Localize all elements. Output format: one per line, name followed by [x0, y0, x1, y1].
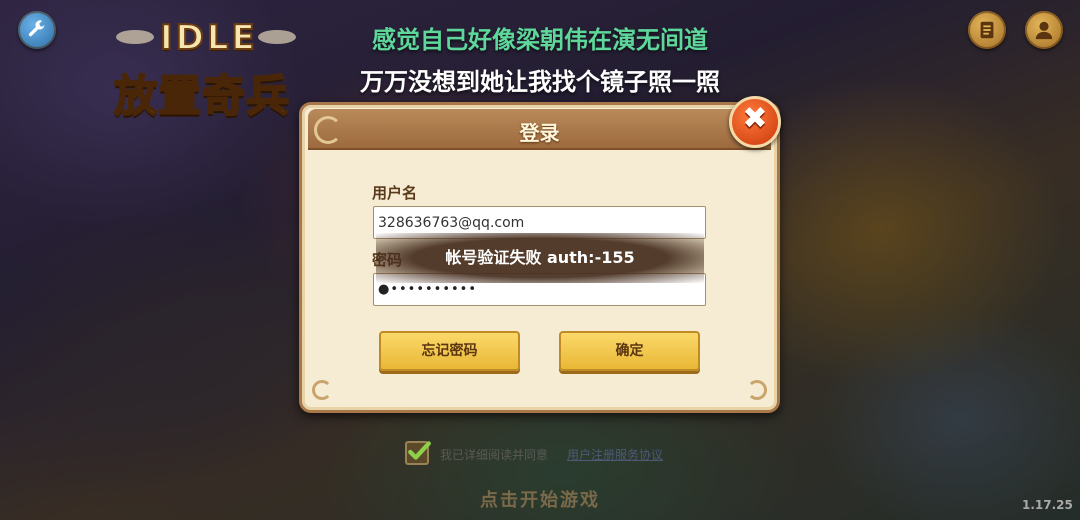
agreement-text: 我已详细阅读并同意 [440, 448, 549, 462]
start-game-prompt[interactable]: 点击开始游戏 [0, 486, 1080, 512]
forgot-password-button[interactable]: 忘记密码 [379, 331, 520, 371]
checkmark-icon [408, 441, 431, 460]
close-button[interactable]: ✖ [729, 96, 781, 148]
caption-line-2: 万万没想到她让我找个镜子照一照 [360, 68, 720, 96]
confirm-button[interactable]: 确定 [559, 331, 700, 371]
corner-ornament-right [747, 380, 767, 400]
username-label: 用户名 [372, 184, 418, 202]
dialog-header: 登录 [308, 109, 771, 150]
version-label: 1.17.25 [1022, 498, 1073, 512]
dialog-title: 登录 [519, 121, 560, 145]
error-toast: 帐号验证失败 auth:-155 [376, 233, 704, 283]
caption-line-1: 感觉自己好像梁朝伟在演无间道 [372, 26, 708, 54]
close-icon: ✖ [742, 101, 768, 136]
agreement-link[interactable]: 用户注册服务协议 [567, 446, 663, 463]
agreement-checkbox[interactable] [405, 441, 431, 465]
corner-ornament-left [312, 380, 332, 400]
